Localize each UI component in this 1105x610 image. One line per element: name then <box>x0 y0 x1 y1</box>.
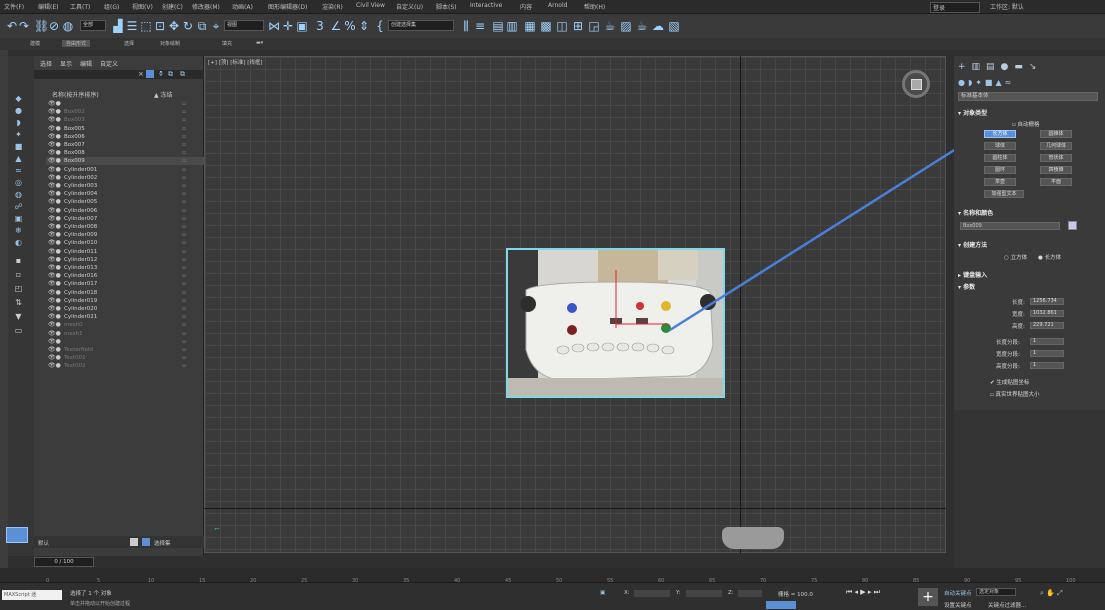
gen-mapping-checkbox[interactable]: ✔ 生成贴图坐标 <box>990 378 1029 386</box>
box-button[interactable]: 长方体 <box>984 130 1016 138</box>
time-tag-button[interactable] <box>766 601 796 609</box>
name-color-title: 名称和颜色 <box>963 210 994 217</box>
autogrid-checkbox[interactable]: ▫ 自动栅格 <box>1012 120 1040 128</box>
grid-size: 栅格 = 100.0 <box>778 592 813 598</box>
height-spinner[interactable]: 229.721 <box>1030 322 1064 329</box>
object-color-swatch[interactable] <box>1068 221 1077 230</box>
name-color-rollout[interactable]: ▾ 名称和颜色 <box>958 208 1104 217</box>
keyboard-entry-rollout[interactable]: ▸ 键盘输入 <box>958 270 1104 279</box>
cylinder-button[interactable]: 圆柱体 <box>984 154 1016 162</box>
prompt-hint: 单击并拖动以开始创建过程 <box>70 601 131 607</box>
z-coord-field[interactable] <box>738 590 762 597</box>
tube-button[interactable]: 管状体 <box>1040 154 1072 162</box>
geosphere-button[interactable]: 几何球体 <box>1040 142 1072 150</box>
timeline-ticks: 0 5 10 15 20 25 30 35 40 45 50 55 60 65 70 75 80 85 90 95 10… <box>0 568 1105 584</box>
width-label: 宽度: <box>1012 312 1025 318</box>
x-label: X: <box>624 590 630 596</box>
length-spinner[interactable]: 1256.734 <box>1030 298 1064 305</box>
object-type-title: 对象类型 <box>963 110 988 117</box>
selected-objects-dropdown[interactable]: 选定对象 <box>976 588 1016 596</box>
parameters-title: 参数 <box>963 284 976 291</box>
torus-button[interactable]: 圆环 <box>984 166 1016 174</box>
keyboard-entry-title: 键盘输入 <box>963 272 988 279</box>
pyramid-button[interactable]: 四棱锥 <box>1040 166 1072 174</box>
width-spinner[interactable]: 1032.861 <box>1030 310 1064 317</box>
object-name-field[interactable]: Box009 <box>960 222 1060 230</box>
command-panel: +▥▤●▬↘ ●◗✦■▲≈ 标准基本体 ▾ 对象类型 ▫ 自动栅格 长方体 圆锥… <box>954 56 1105 410</box>
create-category-icons[interactable]: ●◗✦■▲≈ <box>958 78 1103 88</box>
isolate-icon[interactable]: ▣ <box>600 590 605 596</box>
cone-button[interactable]: 圆锥体 <box>1040 130 1072 138</box>
real-world-label: 真实世界贴图大小 <box>995 392 1040 398</box>
parameters-rollout[interactable]: ▾ 参数 <box>958 282 1104 291</box>
viewport-preview-thumbnail <box>722 527 784 549</box>
set-key-label[interactable]: 设置关键点 <box>944 601 972 609</box>
text-plus-button[interactable]: 加强型文本 <box>984 190 1024 198</box>
command-panel-empty <box>954 410 1105 568</box>
gen-mapping-label: 生成贴图坐标 <box>996 380 1030 386</box>
height-label: 高度: <box>1012 324 1025 330</box>
teapot-button[interactable]: 茶壶 <box>984 178 1016 186</box>
status-bar <box>0 582 1105 610</box>
command-panel-tabs[interactable]: +▥▤●▬↘ <box>958 62 1103 72</box>
annotation-arrow <box>669 133 979 332</box>
box-radio[interactable]: ● 长方体 <box>1038 253 1061 261</box>
auto-key-label[interactable]: 自动关键点 <box>944 589 972 597</box>
selection-status: 选择了 1 个 对象 <box>70 591 112 597</box>
height-segs-spinner[interactable]: 1 <box>1030 362 1064 369</box>
x-coord-field[interactable] <box>634 590 670 597</box>
creation-method-title: 创建方法 <box>963 242 988 249</box>
viewport-nav-icons[interactable]: ⌕ ✋ ⤢ <box>1040 589 1063 598</box>
length-segs-label: 长度分段: <box>996 340 1020 346</box>
creation-method-rollout[interactable]: ▾ 创建方法 <box>958 240 1104 249</box>
object-category-dropdown[interactable]: 标准基本体 <box>958 92 1098 101</box>
width-segs-spinner[interactable]: 1 <box>1030 350 1064 357</box>
timeline-track[interactable]: 0 5 10 15 20 25 30 35 40 45 50 55 60 65 70 75 80 85 90 95 10… <box>0 568 1105 584</box>
autogrid-label: 自动栅格 <box>1017 122 1040 128</box>
width-segs-label: 宽度分段: <box>996 352 1020 358</box>
cube-radio-label: 立方体 <box>1010 255 1028 261</box>
y-coord-field[interactable] <box>686 590 722 597</box>
height-segs-label: 高度分段: <box>996 364 1020 370</box>
length-label: 长度: <box>1012 300 1025 306</box>
object-type-rollout[interactable]: ▾ 对象类型 <box>958 108 1104 117</box>
cube-radio[interactable]: ○ 立方体 <box>1004 253 1027 261</box>
playback-controls[interactable]: ⏮ ◂ ▶ ▸ ⏭ <box>846 588 880 597</box>
sphere-button[interactable]: 球体 <box>984 142 1016 150</box>
maxscript-listener[interactable]: MAXScript 迷 <box>2 590 62 600</box>
y-label: Y: <box>676 590 681 596</box>
key-filters-button[interactable]: 关键点过滤器... <box>988 601 1026 609</box>
real-world-checkbox[interactable]: ▫ 真实世界贴图大小 <box>990 390 1040 398</box>
z-label: Z: <box>728 590 734 596</box>
key-mode-icon[interactable]: + <box>918 588 938 606</box>
length-segs-spinner[interactable]: 1 <box>1030 338 1064 345</box>
plane-button[interactable]: 平面 <box>1040 178 1072 186</box>
box-radio-label: 长方体 <box>1044 255 1062 261</box>
